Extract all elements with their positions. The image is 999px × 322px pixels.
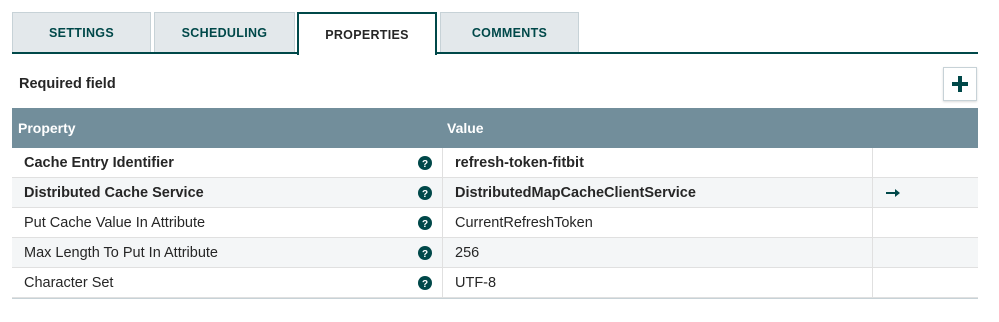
- table-row[interactable]: Distributed Cache Service ? DistributedM…: [12, 178, 978, 208]
- property-value[interactable]: DistributedMapCacheClientService: [455, 178, 696, 208]
- arrow-right-icon[interactable]: [885, 185, 901, 201]
- table-row[interactable]: Max Length To Put In Attribute ? 256: [12, 238, 978, 268]
- tab-scheduling[interactable]: SCHEDULING: [154, 12, 295, 52]
- svg-text:?: ?: [422, 159, 428, 170]
- table-header: Property Value: [12, 108, 978, 148]
- property-value[interactable]: UTF-8: [455, 268, 496, 298]
- tab-settings[interactable]: SETTINGS: [12, 12, 151, 52]
- svg-text:?: ?: [422, 189, 428, 200]
- property-value[interactable]: CurrentRefreshToken: [455, 208, 593, 238]
- svg-text:?: ?: [422, 249, 428, 260]
- required-field-label: Required field: [19, 76, 116, 92]
- help-icon[interactable]: ?: [418, 156, 432, 170]
- property-name: Max Length To Put In Attribute: [24, 245, 218, 261]
- property-value[interactable]: 256: [455, 238, 479, 268]
- property-name: Character Set: [24, 275, 114, 291]
- help-icon[interactable]: ?: [418, 186, 432, 200]
- properties-table: Property Value Cache Entry Identifier ? …: [12, 108, 978, 299]
- plus-icon: [952, 76, 968, 92]
- column-header-property[interactable]: Property: [18, 108, 76, 148]
- property-name: Cache Entry Identifier: [24, 155, 174, 171]
- property-name: Distributed Cache Service: [24, 185, 204, 201]
- tab-comments[interactable]: COMMENTS: [440, 12, 579, 52]
- table-row[interactable]: Put Cache Value In Attribute ? CurrentRe…: [12, 208, 978, 238]
- tab-properties[interactable]: PROPERTIES: [297, 12, 437, 55]
- help-icon[interactable]: ?: [418, 276, 432, 290]
- svg-text:?: ?: [422, 279, 428, 290]
- property-name: Put Cache Value In Attribute: [24, 215, 206, 231]
- add-property-button[interactable]: [943, 67, 977, 101]
- help-icon[interactable]: ?: [418, 246, 432, 260]
- property-value[interactable]: refresh-token-fitbit: [455, 148, 584, 178]
- help-icon[interactable]: ?: [418, 216, 432, 230]
- table-row[interactable]: Cache Entry Identifier ? refresh-token-f…: [12, 148, 978, 178]
- tab-bar: SETTINGS SCHEDULING PROPERTIES COMMENTS: [12, 12, 982, 55]
- column-header-value[interactable]: Value: [447, 108, 484, 148]
- svg-text:?: ?: [422, 219, 428, 230]
- table-row[interactable]: Character Set ? UTF-8: [12, 268, 978, 298]
